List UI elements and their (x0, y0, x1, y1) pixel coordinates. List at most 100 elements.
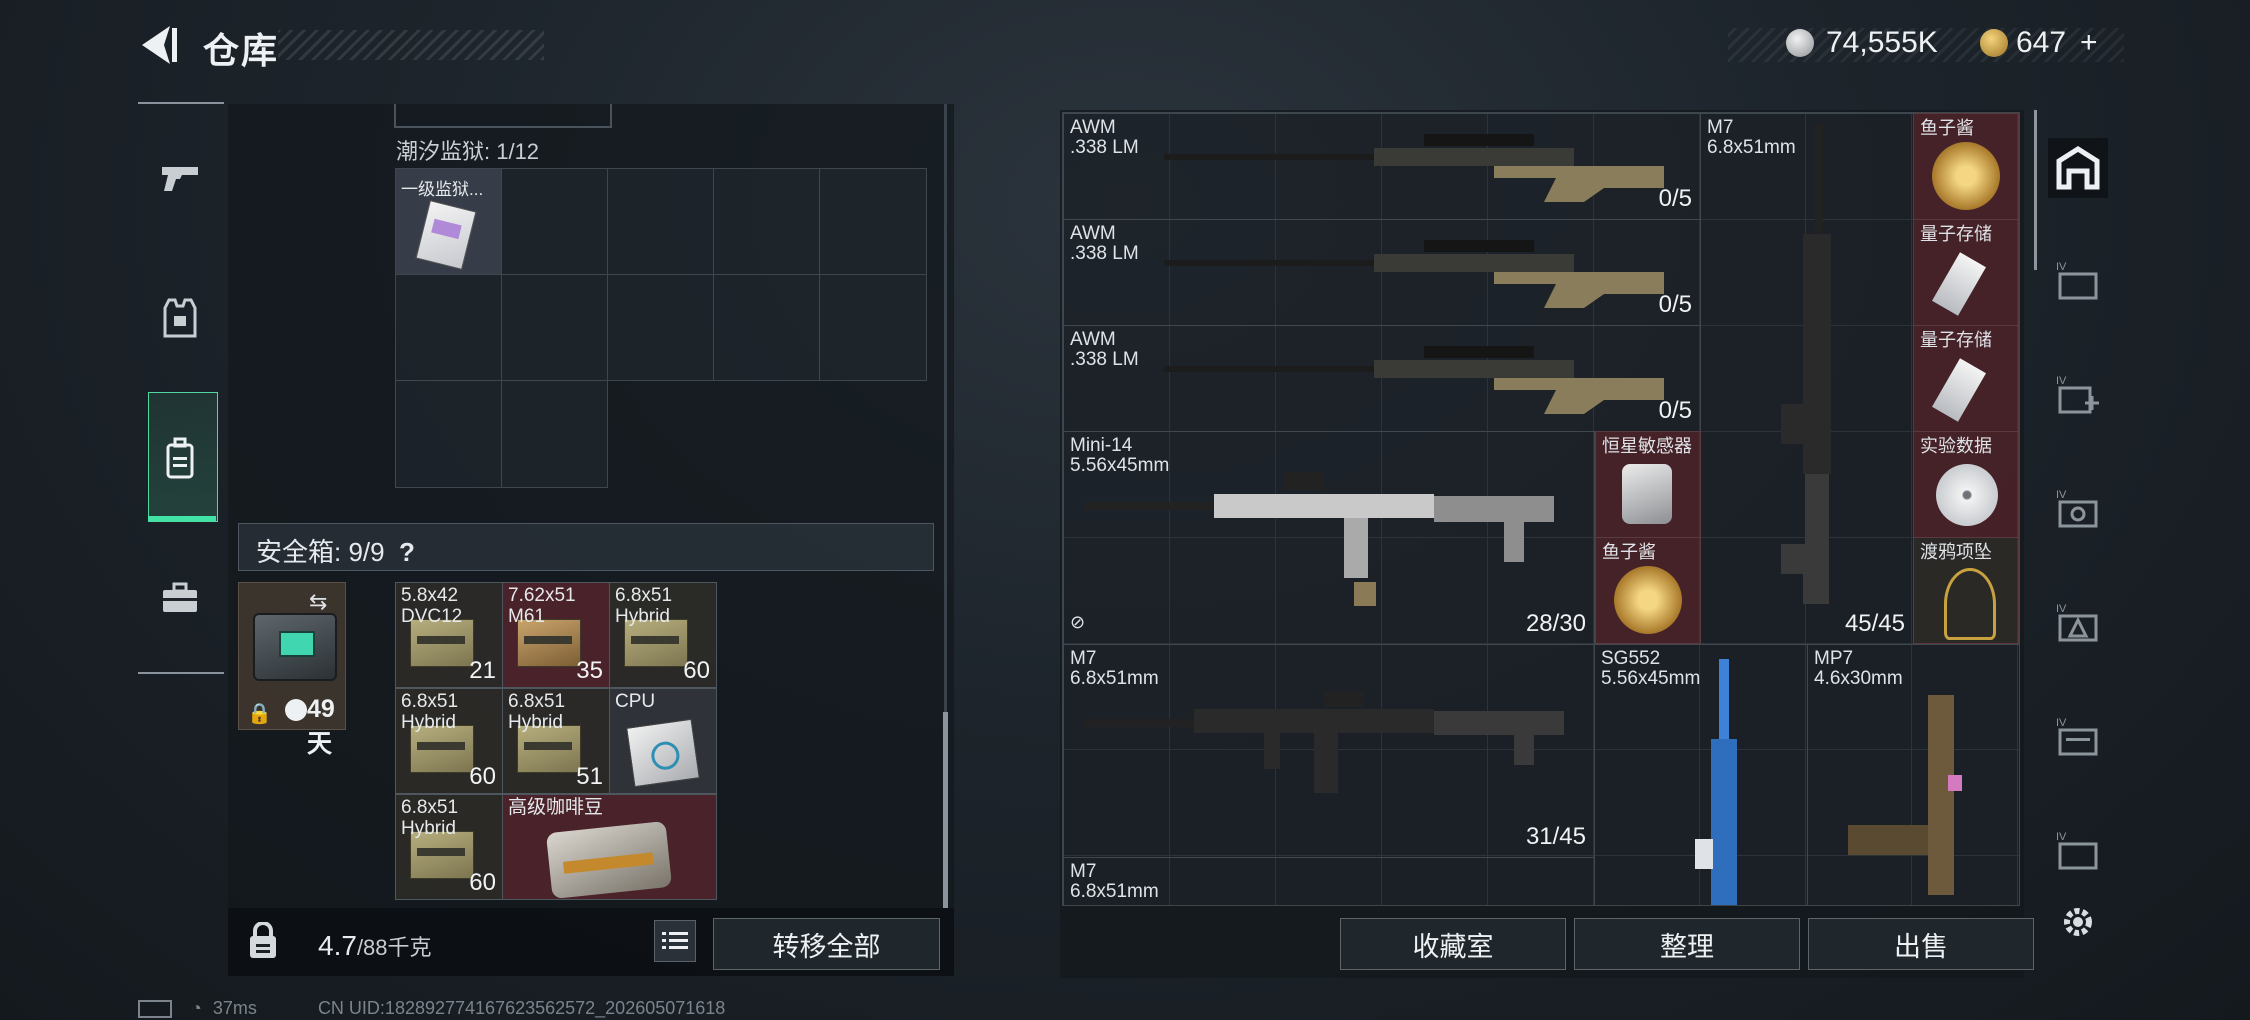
weapon-slot[interactable]: M7 6.8x51mm 45/45 (1700, 113, 1914, 645)
storage-tab-6[interactable]: IV (2048, 820, 2108, 880)
weapon-slot[interactable]: Mini-14 5.56x45mm ⊘ 28/30 (1063, 431, 1595, 645)
svg-text:IV: IV (2056, 831, 2067, 843)
ammo-item[interactable]: 6.8x51 Hybrid 60 (395, 794, 503, 900)
quantum-storage-icon (1932, 252, 1986, 316)
mini14-rifle-icon (1084, 472, 1554, 606)
caviar-tin-icon (1614, 566, 1682, 634)
ammo-item[interactable]: 7.62x51 M61 35 (502, 582, 610, 688)
ping-value: 37ms (212, 998, 257, 1018)
weapon-slot[interactable]: M7 6.8x51mm 31/45 (1063, 644, 1595, 858)
nav-armor-tab[interactable] (140, 258, 220, 378)
warehouse-main-tab[interactable] (2048, 138, 2108, 198)
empty-slot[interactable] (395, 274, 502, 381)
nav-briefcase-tab[interactable] (140, 538, 220, 658)
item-count: 60 (469, 763, 496, 790)
loot-item[interactable]: 量子存储 (1913, 219, 2019, 326)
empty-slot[interactable] (501, 380, 608, 488)
awm-rifle-icon (1164, 134, 1664, 202)
gold-coin-icon (1980, 29, 2008, 57)
settings-button[interactable] (2048, 892, 2108, 952)
list-view-button[interactable] (654, 920, 696, 962)
data-disc-icon (1936, 464, 1998, 526)
status-bar: ◔ 37ms CN UID:1828927741676235625​72_202… (138, 998, 725, 1019)
silver-amount: 74,555K (1826, 26, 1938, 59)
weapon-slot[interactable]: AWM .338 LM 0/5 (1063, 219, 1701, 326)
prison-card-slot[interactable]: 一级监狱... (395, 168, 502, 275)
organize-button[interactable]: 整理 (1574, 918, 1800, 970)
empty-slot[interactable] (819, 168, 927, 275)
loot-item[interactable]: 鱼子酱 (1913, 113, 2019, 220)
safe-box-slot[interactable]: ⇆ 🔒 49天 (238, 582, 346, 758)
loot-item[interactable]: 实验数据 (1913, 431, 2019, 538)
empty-slot[interactable] (501, 168, 608, 275)
empty-slot[interactable] (607, 168, 714, 275)
empty-slot[interactable] (713, 274, 820, 381)
quantum-storage-icon (1932, 358, 1986, 422)
transfer-all-button[interactable]: 转移全部 (713, 918, 940, 970)
weapon-slot[interactable]: AWM .338 LM 0/5 (1063, 113, 1701, 220)
storage-tab-camera[interactable]: IV (2048, 478, 2108, 538)
sell-button[interactable]: 出售 (1808, 918, 2034, 970)
weapon-slot[interactable]: M7 6.8x51mm (1063, 857, 1595, 905)
uid-text: CN UID:1828927741676235625​72_2026050716… (317, 998, 726, 1018)
nav-divider (138, 102, 224, 104)
svg-text:IV: IV (2056, 489, 2067, 501)
awm-rifle-icon (1164, 240, 1664, 308)
weapon-slot[interactable]: AWM .338 LM 0/5 (1063, 325, 1701, 432)
weapon-slot[interactable]: MP7 4.6x30mm (1807, 644, 2019, 905)
storage-tab-5[interactable]: IV (2048, 706, 2108, 766)
raven-pendant-icon (1944, 568, 1996, 640)
folder-camera-icon: IV (2056, 489, 2098, 528)
ammo-item[interactable]: 6.8x51 Hybrid 51 (502, 688, 610, 794)
storage-tab-alert[interactable]: IV (2048, 592, 2108, 652)
empty-slot[interactable] (713, 168, 820, 275)
battery-icon (138, 1000, 172, 1019)
scrollbar-thumb[interactable] (943, 712, 948, 908)
weapon-slot[interactable]: SG552 5.56x45mm (1594, 644, 1808, 905)
briefcase-icon (163, 582, 197, 612)
star-sensor-icon (1622, 464, 1672, 524)
awm-rifle-icon (1164, 346, 1664, 414)
swap-icon[interactable]: ⇆ (309, 589, 327, 615)
armor-icon (163, 298, 197, 338)
backpack-icon (166, 437, 194, 479)
nav-weapons-tab[interactable] (140, 118, 220, 238)
item-count: 21 (469, 657, 496, 684)
loot-item[interactable]: 渡鸦项坠 (1913, 537, 2019, 644)
storage-tab-add[interactable]: IV (2048, 364, 2108, 424)
sg552-rifle-icon (1695, 659, 1737, 905)
prison-card-name: 一级监狱... (401, 180, 484, 199)
gold-add-button[interactable]: + (2080, 26, 2098, 60)
empty-slot[interactable] (395, 380, 502, 488)
nav-divider (138, 672, 224, 674)
storage-tab-4[interactable]: IV (2048, 250, 2108, 310)
coffee-beans-item[interactable]: 高级咖啡豆 (502, 794, 717, 900)
collection-room-button[interactable]: 收藏室 (1340, 918, 1566, 970)
back-icon[interactable] (136, 22, 180, 68)
coffee-bag-icon (545, 820, 673, 899)
caviar-tin-icon (1932, 142, 2000, 210)
ammo-item[interactable]: 6.8x51 Hybrid 60 (609, 582, 717, 688)
folder-alert-icon: IV (2056, 603, 2098, 642)
cpu-item[interactable]: CPU (609, 688, 717, 794)
list-icon (662, 932, 688, 949)
ammo-item[interactable]: 5.8x42 DVC12 21 (395, 582, 503, 688)
empty-slot[interactable] (501, 274, 608, 381)
m7-rifle-vertical-icon (1781, 124, 1831, 604)
empty-slot[interactable] (819, 274, 927, 381)
loot-item[interactable]: 恒星敏感器 (1595, 431, 1701, 538)
svg-text:IV: IV (2056, 603, 2067, 615)
ammo-item[interactable]: 6.8x51 Hybrid 60 (395, 688, 503, 794)
nav-backpack-tab[interactable] (140, 398, 220, 518)
empty-slot[interactable] (607, 274, 714, 381)
loot-item[interactable]: 鱼子酱 (1595, 537, 1701, 644)
safe-box-label: 安全箱: 9/9 ? (256, 537, 415, 567)
no-attachment-icon: ⊘ (1070, 612, 1086, 632)
item-count: 60 (469, 869, 496, 896)
help-icon[interactable]: ? (399, 537, 415, 567)
cpu-chip-icon (626, 718, 700, 788)
lock-icon: 🔒 (247, 703, 272, 725)
loot-item[interactable]: 量子存储 (1913, 325, 2019, 432)
side-scrollbar[interactable] (2034, 110, 2037, 270)
clock-icon (285, 699, 307, 721)
